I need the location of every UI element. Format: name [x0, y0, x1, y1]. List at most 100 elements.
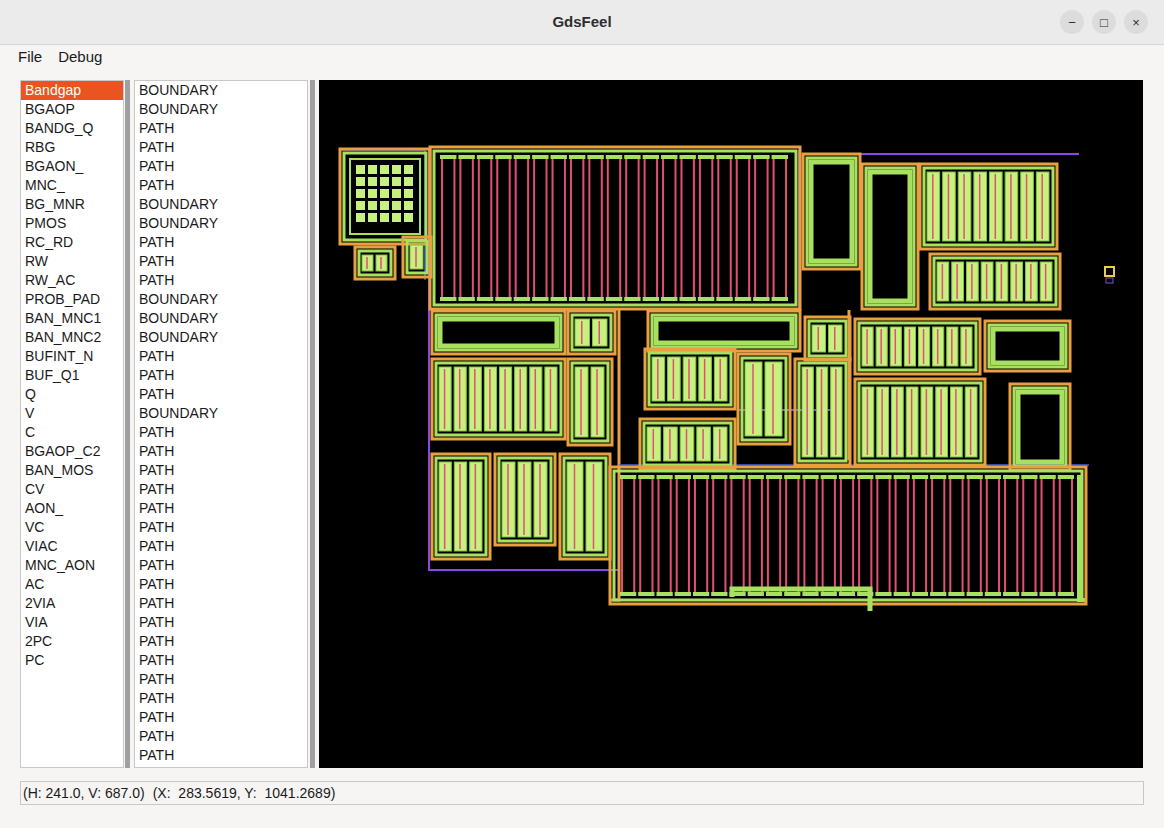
- layout-cell[interactable]: [610, 467, 1086, 604]
- layout-cell[interactable]: [795, 359, 850, 465]
- layout-cell[interactable]: [920, 164, 1057, 249]
- structure-item[interactable]: AC: [21, 575, 123, 594]
- layout-cell[interactable]: [495, 454, 555, 545]
- layout-cell[interactable]: [930, 254, 1060, 309]
- element-item[interactable]: PATH: [135, 727, 307, 746]
- window-control-button[interactable]: −: [1060, 10, 1084, 34]
- element-item[interactable]: PATH: [135, 233, 307, 252]
- element-item[interactable]: PATH: [135, 461, 307, 480]
- element-item[interactable]: PATH: [135, 385, 307, 404]
- element-item[interactable]: PATH: [135, 480, 307, 499]
- element-item[interactable]: PATH: [135, 689, 307, 708]
- element-item[interactable]: PATH: [135, 746, 307, 765]
- menu-item[interactable]: File: [18, 46, 42, 69]
- layout-cell[interactable]: [985, 321, 1070, 371]
- layout-canvas[interactable]: [319, 80, 1143, 768]
- element-item[interactable]: PATH: [135, 708, 307, 727]
- element-item[interactable]: PATH: [135, 499, 307, 518]
- structure-item[interactable]: BAN_MNC2: [21, 328, 123, 347]
- structure-item[interactable]: RBG: [21, 138, 123, 157]
- element-item[interactable]: PATH: [135, 176, 307, 195]
- bottom-path[interactable]: [732, 589, 870, 611]
- element-item[interactable]: PATH: [135, 651, 307, 670]
- element-item[interactable]: BOUNDARY: [135, 404, 307, 423]
- splitter[interactable]: [310, 80, 315, 768]
- structure-item[interactable]: RC_RD: [21, 233, 123, 252]
- structure-item[interactable]: BGAON_: [21, 157, 123, 176]
- element-item[interactable]: PATH: [135, 632, 307, 651]
- layout-cell[interactable]: [862, 164, 918, 309]
- layout-cell[interactable]: [1010, 384, 1070, 470]
- structure-item[interactable]: MNC_: [21, 176, 123, 195]
- element-item[interactable]: PATH: [135, 537, 307, 556]
- structure-list[interactable]: BandgapBGAOPBANDG_QRBGBGAON_MNC_BG_MNRPM…: [20, 80, 124, 768]
- element-item[interactable]: PATH: [135, 556, 307, 575]
- element-item[interactable]: PATH: [135, 613, 307, 632]
- window-control-button[interactable]: □: [1092, 10, 1116, 34]
- layout-drawing[interactable]: [319, 80, 1143, 768]
- layout-cell[interactable]: [560, 454, 610, 559]
- structure-item[interactable]: BUFINT_N: [21, 347, 123, 366]
- layout-cell[interactable]: [432, 311, 565, 354]
- structure-item[interactable]: VC: [21, 518, 123, 537]
- structure-item[interactable]: PROB_PAD: [21, 290, 123, 309]
- element-item[interactable]: BOUNDARY: [135, 290, 307, 309]
- element-item[interactable]: BOUNDARY: [135, 328, 307, 347]
- element-item[interactable]: PATH: [135, 271, 307, 290]
- element-list[interactable]: BOUNDARYBOUNDARYPATHPATHPATHPATHBOUNDARY…: [134, 80, 308, 768]
- structure-item[interactable]: CV: [21, 480, 123, 499]
- layout-cell[interactable]: [738, 354, 790, 444]
- element-item[interactable]: PATH: [135, 138, 307, 157]
- structure-item[interactable]: PC: [21, 651, 123, 670]
- layout-cell[interactable]: [432, 359, 565, 439]
- structure-item[interactable]: V: [21, 404, 123, 423]
- structure-item[interactable]: VIA: [21, 613, 123, 632]
- element-item[interactable]: PATH: [135, 594, 307, 613]
- element-item[interactable]: BOUNDARY: [135, 100, 307, 119]
- layout-cell[interactable]: [403, 237, 431, 277]
- structure-item[interactable]: Q: [21, 385, 123, 404]
- menu-item[interactable]: Debug: [58, 46, 102, 69]
- structure-item[interactable]: Bandgap: [21, 81, 123, 100]
- layout-cell[interactable]: [648, 311, 800, 351]
- layout-cell[interactable]: [855, 379, 985, 465]
- structure-item[interactable]: BGAOP: [21, 100, 123, 119]
- structure-item[interactable]: AON_: [21, 499, 123, 518]
- layout-cell[interactable]: [645, 349, 735, 409]
- structure-item[interactable]: RW_AC: [21, 271, 123, 290]
- layout-cell[interactable]: [568, 359, 612, 445]
- structure-item[interactable]: BGAOP_C2: [21, 442, 123, 461]
- element-item[interactable]: BOUNDARY: [135, 81, 307, 100]
- layout-cell[interactable]: [805, 317, 850, 360]
- element-item[interactable]: BOUNDARY: [135, 309, 307, 328]
- structure-item[interactable]: VIAC: [21, 537, 123, 556]
- element-item[interactable]: PATH: [135, 575, 307, 594]
- element-item[interactable]: PATH: [135, 670, 307, 689]
- element-item[interactable]: PATH: [135, 347, 307, 366]
- layout-cell[interactable]: [430, 147, 800, 309]
- window-control-button[interactable]: ×: [1124, 10, 1148, 34]
- element-item[interactable]: PATH: [135, 366, 307, 385]
- structure-item[interactable]: BANDG_Q: [21, 119, 123, 138]
- structure-item[interactable]: MNC_AON: [21, 556, 123, 575]
- structure-item[interactable]: BAN_MOS: [21, 461, 123, 480]
- structure-item[interactable]: 2PC: [21, 632, 123, 651]
- splitter[interactable]: [125, 80, 130, 768]
- layout-cell[interactable]: [340, 149, 430, 244]
- structure-item[interactable]: PMOS: [21, 214, 123, 233]
- structure-item[interactable]: BUF_Q1: [21, 366, 123, 385]
- layout-cell[interactable]: [568, 311, 615, 354]
- structure-item[interactable]: BAN_MNC1: [21, 309, 123, 328]
- element-item[interactable]: PATH: [135, 518, 307, 537]
- element-item[interactable]: BOUNDARY: [135, 195, 307, 214]
- element-item[interactable]: PATH: [135, 119, 307, 138]
- structure-item[interactable]: BG_MNR: [21, 195, 123, 214]
- structure-item[interactable]: 2VIA: [21, 594, 123, 613]
- structure-item[interactable]: RW: [21, 252, 123, 271]
- layout-cell[interactable]: [355, 247, 395, 279]
- element-item[interactable]: PATH: [135, 157, 307, 176]
- via-mark[interactable]: [1105, 267, 1114, 276]
- layout-cell[interactable]: [855, 319, 980, 374]
- layout-cell[interactable]: [432, 454, 490, 559]
- element-item[interactable]: BOUNDARY: [135, 214, 307, 233]
